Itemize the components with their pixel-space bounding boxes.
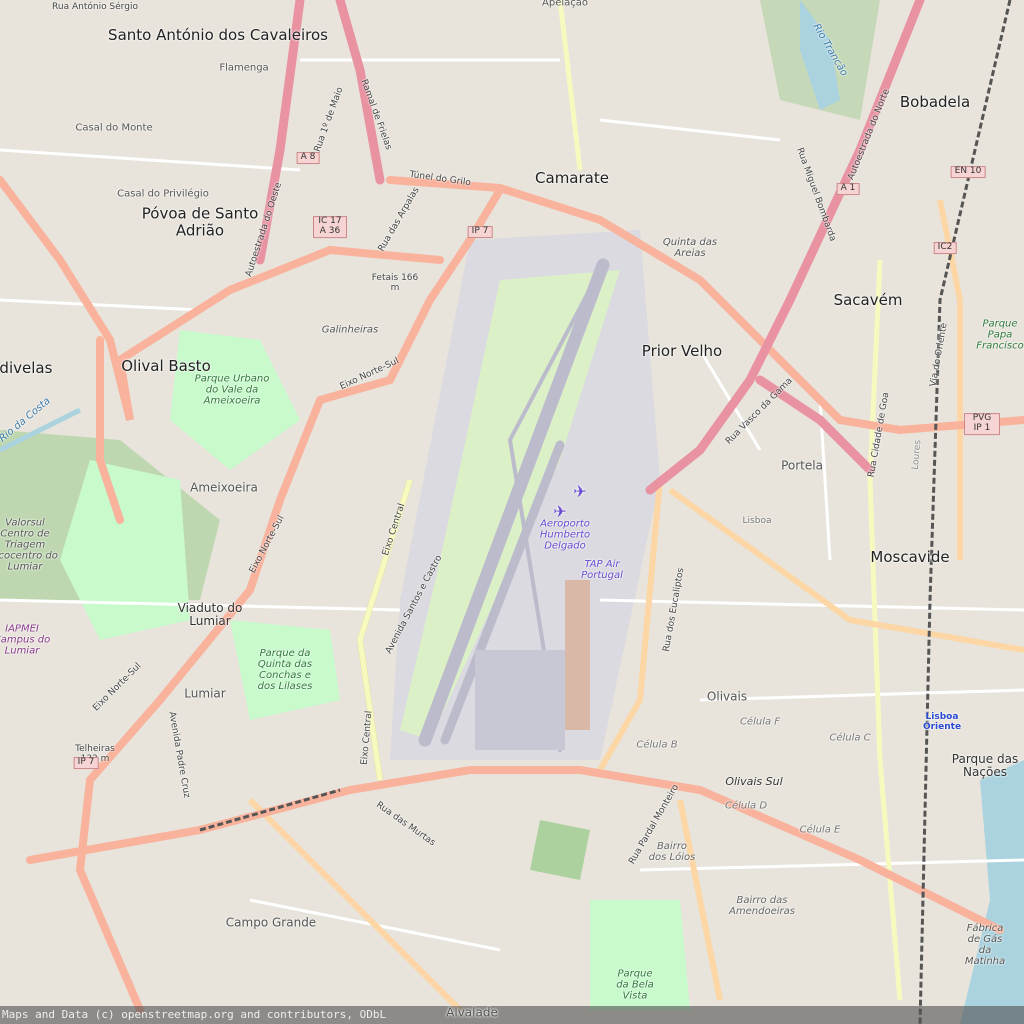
place-label: Olivais Sul [725,774,783,788]
place-label: Célula E [799,824,841,836]
road-label: Rua António Sérgio [52,2,138,13]
place-label: Lumiar [184,686,226,701]
road-shield: A 1 [836,183,860,195]
map-canvas[interactable] [0,0,1024,1024]
place-label: Odivelas [0,358,53,377]
place-label: Alvalade [446,1005,498,1020]
place-label: Célula C [829,732,871,744]
poi-label: Valorsul Centro de Triagem Ecocentro do … [0,517,58,573]
road-shield: IC2 [933,242,957,254]
place-label: Quinta das Areias [662,237,718,259]
place-label: Ameixoeira [190,480,258,495]
place-label: Apelação [542,0,588,9]
place-label: Olivais [706,689,748,704]
attribution-text: Maps and Data (c) openstreetmap.org and … [2,1008,387,1021]
map-attribution: Maps and Data (c) openstreetmap.org and … [0,1006,1024,1024]
place-label: Parque das Nações [951,751,1019,779]
place-label: Lisboa [742,516,772,527]
poi-label: IAPMEI Campus do Lumiar [0,623,51,657]
place-label: Bobadela [899,92,971,111]
road-shield: PVG IP 1 [964,413,1000,435]
place-label: Viaduto do Lumiar [177,600,243,628]
road-shield: A 8 [296,152,320,164]
park-label: Parque da Quinta das Conchas e dos Lilas… [257,648,313,692]
park-label: Parque Papa Francisco [976,318,1024,352]
place-label: Moscavide [870,547,950,566]
place-label: Célula F [739,716,781,728]
place-label: Flamenga [219,62,269,74]
place-label: Portela [781,458,823,473]
road-shield: IP 7 [467,226,493,238]
park-label: Parque Urbano do Vale da Ameixoeira [194,373,270,407]
place-label: Póvoa de Santo Adrião [141,204,259,239]
place-label: Sacavém [833,290,903,309]
road-shield: IP 7 [73,757,99,769]
place-label: Olival Basto [121,356,211,375]
place-label: Bairro dos Lóios [648,841,696,863]
road-shield: IC 17 A 36 [313,216,347,238]
place-label: Casal do Monte [75,122,153,134]
road-shield: EN 10 [950,166,986,178]
poi-label: Fábrica de Gás da Matinha [964,923,1006,967]
airport-label: Aeroporto Humberto Delgado [539,518,591,552]
park-label: Parque da Bela Vista [616,968,654,1002]
place-label: Campo Grande [225,915,317,930]
place-label: Camarate [535,168,609,187]
place-label: Célula B [636,739,678,751]
place-label: Galinheiras [321,324,379,336]
poi-label: TAP Air Portugal [581,559,623,581]
airport-icon: ✈ [553,502,567,522]
place-label: Célula D [724,800,768,812]
place-label: Bairro das Amendoeiras [729,895,795,917]
airport-icon: ✈ [573,482,587,502]
place-label: Casal do Privilégio [117,188,209,200]
place-label: Santo António dos Cavaleiros [108,25,328,44]
peak-label: Fetais 166 m [371,273,419,293]
station-label: Lisboa Oriente [922,712,962,732]
place-label: Prior Velho [641,341,723,360]
